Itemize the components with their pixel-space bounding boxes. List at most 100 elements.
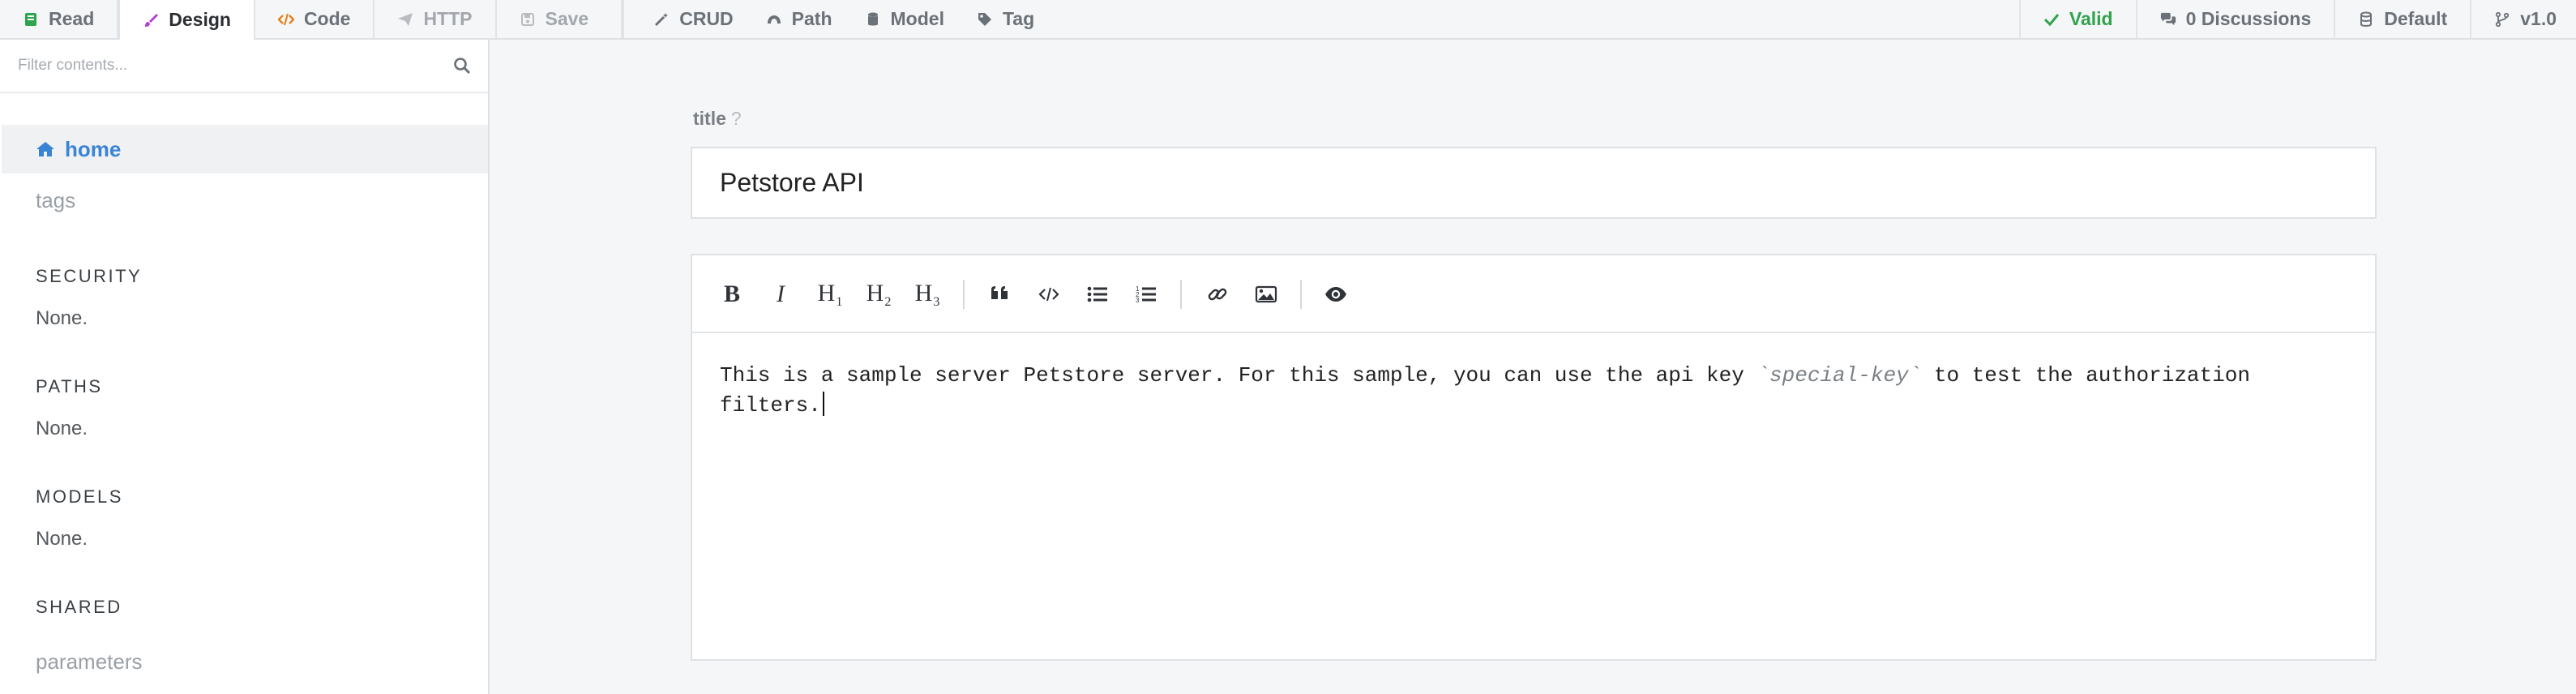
- section-title-shared: SHARED: [36, 597, 122, 617]
- model-button-label: Model: [890, 8, 944, 29]
- title-help-icon[interactable]: ?: [731, 108, 742, 129]
- title-field-label: title?: [693, 108, 742, 130]
- tab-http-label: HTTP: [423, 8, 473, 29]
- path-button-label: Path: [791, 8, 832, 29]
- save-button-label: Save: [545, 8, 589, 29]
- quote-icon: [991, 286, 1008, 299]
- heading-3-button[interactable]: H3: [911, 280, 944, 309]
- description-inline-code: `special-key`: [1757, 363, 1922, 388]
- image-button[interactable]: [1252, 280, 1281, 309]
- code-icon: [1038, 287, 1059, 302]
- ordered-list-icon: 123: [1136, 285, 1156, 304]
- italic-button[interactable]: I: [770, 280, 791, 309]
- tab-read-label: Read: [49, 8, 95, 29]
- tab-design[interactable]: Design: [118, 0, 255, 40]
- branch-label: Default: [2384, 8, 2448, 29]
- link-button[interactable]: [1203, 280, 1232, 309]
- version-label: v1.0: [2520, 8, 2557, 29]
- branch-selector[interactable]: Default: [2334, 0, 2470, 38]
- paper-plane-icon: [398, 12, 413, 26]
- heading-1-button[interactable]: H1: [814, 280, 846, 309]
- heading-2-icon: H2: [867, 280, 892, 310]
- filter-bar: [0, 40, 488, 93]
- home-icon: [36, 142, 54, 156]
- magic-wand-icon: [655, 12, 669, 26]
- heading-2-sub: 2: [884, 294, 892, 309]
- section-title-security: SECURITY: [36, 266, 143, 286]
- text-cursor: [822, 392, 824, 416]
- brush-icon: [145, 13, 159, 27]
- bold-icon: B: [723, 281, 740, 307]
- sidebar: home tags SECURITY None. PATHS None. MOD…: [0, 40, 490, 694]
- heading-2-letter: H: [866, 279, 884, 306]
- italic-icon: I: [777, 281, 785, 307]
- section-value-paths: None.: [36, 418, 88, 439]
- sidebar-item-home-label: home: [65, 136, 122, 161]
- crud-button[interactable]: CRUD: [623, 0, 749, 38]
- editor-toolbar: B I H1 H2 H3 123: [692, 255, 2375, 333]
- git-branch-icon: [2496, 11, 2510, 27]
- section-title-paths: PATHS: [36, 376, 103, 396]
- tag-icon: [978, 12, 991, 26]
- path-button[interactable]: Path: [750, 0, 849, 38]
- svg-text:3: 3: [1136, 297, 1140, 304]
- code-icon: [277, 13, 294, 25]
- book-icon: [25, 12, 36, 26]
- tab-code[interactable]: Code: [255, 0, 375, 38]
- unordered-list-button[interactable]: [1083, 280, 1112, 309]
- comments-icon: [2160, 12, 2176, 25]
- ordered-list-button[interactable]: 123: [1132, 280, 1161, 309]
- road-icon: [767, 15, 781, 24]
- code-button[interactable]: [1034, 280, 1063, 309]
- database-icon: [867, 12, 878, 25]
- valid-status[interactable]: Valid: [2018, 0, 2136, 38]
- model-button[interactable]: Model: [849, 0, 961, 38]
- heading-1-icon: H1: [818, 280, 843, 310]
- version-selector[interactable]: v1.0: [2470, 0, 2576, 38]
- search-icon[interactable]: [452, 56, 472, 75]
- database-icon: [2360, 11, 2373, 27]
- toolbar-divider: [1300, 280, 1302, 309]
- description-editor: B I H1 H2 H3 123 This is a sample server…: [691, 254, 2377, 661]
- sidebar-item-tags[interactable]: tags: [36, 188, 75, 213]
- sidebar-item-parameters[interactable]: parameters: [36, 649, 143, 675]
- section-title-models: MODELS: [36, 486, 123, 507]
- tag-button[interactable]: Tag: [961, 0, 1051, 38]
- heading-2-button[interactable]: H2: [862, 280, 895, 309]
- image-icon: [1255, 285, 1277, 303]
- link-icon: [1208, 288, 1227, 301]
- preview-button[interactable]: [1321, 280, 1350, 309]
- tag-button-label: Tag: [1002, 8, 1035, 29]
- heading-3-icon: H3: [915, 280, 940, 310]
- crud-button-label: CRUD: [679, 8, 734, 29]
- discussions-label: 0 Discussions: [2185, 8, 2312, 29]
- tab-read[interactable]: Read: [0, 0, 119, 38]
- toolbar-divider: [963, 280, 965, 309]
- tab-http[interactable]: HTTP: [374, 0, 497, 38]
- sidebar-item-home[interactable]: home: [2, 125, 488, 174]
- valid-status-label: Valid: [2069, 8, 2113, 29]
- quote-button[interactable]: [986, 280, 1015, 309]
- floppy-icon: [520, 12, 534, 26]
- tab-design-label: Design: [169, 9, 231, 30]
- section-value-models: None.: [36, 528, 88, 550]
- description-textarea[interactable]: This is a sample server Petstore server.…: [692, 333, 2313, 448]
- save-button[interactable]: Save: [497, 0, 623, 38]
- title-input[interactable]: [691, 147, 2377, 219]
- toolbar-divider: [1180, 280, 1182, 309]
- heading-3-letter: H: [914, 279, 933, 306]
- top-toolbar: Read Design Code HTTP Save CRUD Path Mod…: [0, 0, 2576, 40]
- unordered-list-icon: [1087, 286, 1107, 302]
- description-text-before: This is a sample server Petstore server.…: [720, 363, 1757, 388]
- check-icon: [2043, 13, 2060, 26]
- discussions-button[interactable]: 0 Discussions: [2135, 0, 2334, 38]
- filter-contents-input[interactable]: [18, 57, 423, 75]
- bold-button[interactable]: B: [720, 280, 744, 309]
- heading-3-sub: 3: [933, 294, 940, 309]
- title-label-text: title: [693, 108, 726, 129]
- heading-1-letter: H: [817, 279, 836, 306]
- tab-code-label: Code: [303, 8, 351, 29]
- preview-eye-icon: [1325, 287, 1346, 302]
- heading-1-sub: 1: [836, 294, 843, 309]
